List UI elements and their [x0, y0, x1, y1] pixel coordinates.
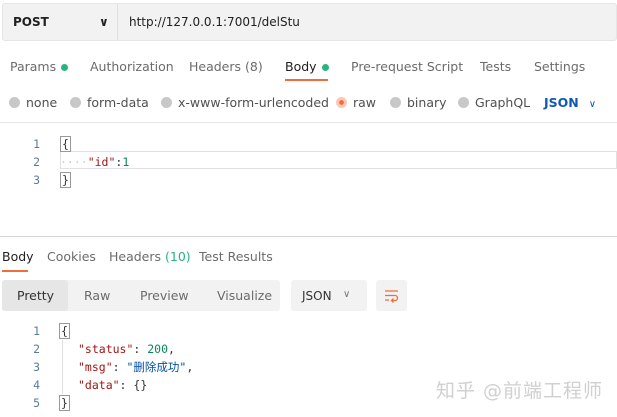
- view-mode-tabs: Pretty Raw Preview Visualize: [2, 280, 280, 311]
- url-input[interactable]: http://127.0.0.1:7001/delStu: [129, 15, 300, 29]
- view-visualize[interactable]: Visualize: [217, 288, 272, 303]
- active-tab-underline: [285, 79, 328, 81]
- radio-graphql[interactable]: GraphQL: [458, 95, 530, 110]
- tab-cookies[interactable]: Cookies: [47, 249, 96, 264]
- method-select[interactable]: POST ∨: [3, 4, 118, 40]
- divider: [0, 122, 617, 123]
- tab-test-results[interactable]: Test Results: [199, 249, 273, 264]
- watermark: 知乎 @前端工程师: [435, 380, 603, 402]
- wrap-icon: [385, 290, 399, 303]
- status-dot-icon: [61, 64, 69, 71]
- tab-authorization[interactable]: Authorization: [90, 59, 174, 74]
- current-line-highlight: [60, 151, 617, 169]
- active-tab-underline: [2, 270, 28, 272]
- radio-urlencoded[interactable]: x-www-form-urlencoded: [161, 95, 329, 110]
- wrap-lines-button[interactable]: [376, 280, 407, 311]
- tab-params[interactable]: Params: [10, 59, 69, 74]
- radio-raw[interactable]: raw: [336, 95, 376, 110]
- tab-body[interactable]: Body: [285, 59, 329, 74]
- tab-headers[interactable]: Headers (8): [189, 59, 263, 74]
- line-numbers: 12345: [33, 324, 40, 410]
- status-dot-icon: [321, 64, 329, 71]
- response-format-select[interactable]: JSON ∨: [291, 280, 367, 311]
- tab-response-headers[interactable]: Headers (10): [109, 249, 191, 264]
- tab-response-body[interactable]: Body: [2, 249, 34, 264]
- view-pretty[interactable]: Pretty: [2, 280, 68, 311]
- request-body-editor[interactable]: 123 { ····"id":1 }: [0, 132, 617, 232]
- view-raw[interactable]: Raw: [84, 288, 110, 303]
- line-numbers: 123: [33, 137, 40, 187]
- url-bar: POST ∨ http://127.0.0.1:7001/delStu: [2, 3, 617, 41]
- tab-tests[interactable]: Tests: [480, 59, 511, 74]
- view-preview[interactable]: Preview: [140, 288, 189, 303]
- radio-binary[interactable]: binary: [390, 95, 447, 110]
- body-format-select[interactable]: JSON ∨: [544, 95, 596, 110]
- tab-pre-request-script[interactable]: Pre-request Script: [351, 59, 463, 74]
- tab-settings[interactable]: Settings: [534, 59, 585, 74]
- radio-none[interactable]: none: [9, 95, 57, 110]
- chevron-down-icon: ∨: [99, 15, 109, 29]
- chevron-down-icon: ∨: [343, 289, 351, 300]
- radio-form-data[interactable]: form-data: [70, 95, 149, 110]
- divider: [0, 236, 617, 237]
